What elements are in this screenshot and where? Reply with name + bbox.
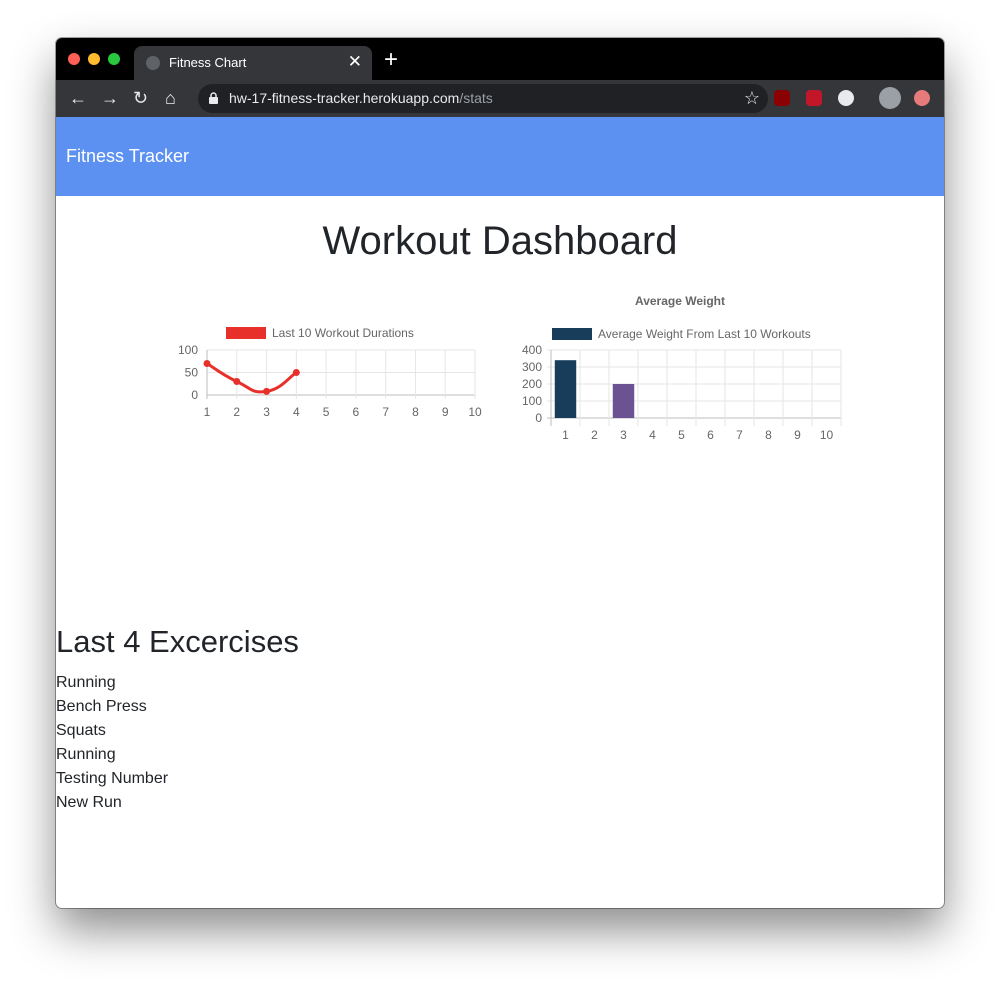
x-tick-label: 10 xyxy=(820,428,834,442)
x-tick-label: 6 xyxy=(353,405,360,419)
exercise-list: Running Bench Press Squats Running Testing N… xyxy=(56,671,168,815)
legend-swatch xyxy=(226,327,266,339)
ublock-icon[interactable] xyxy=(774,90,790,106)
legend-swatch xyxy=(552,328,592,340)
globe-icon xyxy=(146,56,160,70)
duration-point xyxy=(233,378,241,385)
x-tick-label: 2 xyxy=(591,428,598,442)
y-tick-label: 200 xyxy=(522,377,542,391)
new-tab-button[interactable]: + xyxy=(384,46,398,74)
duration-line-chart: Last 10 Workout Durations 0 50 100 1 2 3 4 5 6 7 8 9… xyxy=(178,326,482,419)
x-tick-label: 8 xyxy=(412,405,419,419)
url-path: /stats xyxy=(459,90,493,106)
x-tick-label: 4 xyxy=(649,428,656,442)
minimize-window-button[interactable] xyxy=(88,53,100,65)
x-tick-label: 5 xyxy=(323,405,330,419)
brand-link[interactable]: Fitness Tracker xyxy=(66,146,189,167)
x-tick-label: 7 xyxy=(736,428,743,442)
weight-bar-chart: Average Weight Average Weight From Last 1… xyxy=(522,294,842,442)
app-navbar: Fitness Tracker xyxy=(56,117,944,196)
close-tab-icon[interactable]: ✕ xyxy=(348,52,362,72)
forward-icon[interactable]: → xyxy=(101,88,119,108)
exercise-item: Squats xyxy=(56,722,106,739)
exercise-item: Testing Number xyxy=(56,770,169,787)
x-tick-label: 10 xyxy=(468,405,482,419)
x-tick-label: 3 xyxy=(620,428,627,442)
url-text: hw-17-fitness-tracker.herokuapp.com/stat… xyxy=(229,90,493,106)
y-tick-label: 0 xyxy=(535,411,542,425)
react-icon[interactable] xyxy=(838,90,854,106)
duration-point xyxy=(203,360,211,367)
back-icon[interactable]: ← xyxy=(69,88,87,108)
weight-bar xyxy=(612,384,635,418)
page-title: Workout Dashboard xyxy=(322,219,678,263)
x-tick-label: 6 xyxy=(707,428,714,442)
chart-title: Average Weight xyxy=(635,294,725,308)
y-tick-label: 0 xyxy=(191,388,198,402)
x-tick-label: 9 xyxy=(794,428,801,442)
tab-title: Fitness Chart xyxy=(169,55,247,70)
x-tick-label: 1 xyxy=(562,428,569,442)
close-window-button[interactable] xyxy=(68,53,80,65)
y-tick-label: 100 xyxy=(178,343,198,357)
duration-point xyxy=(263,387,271,395)
legend-label: Last 10 Workout Durations xyxy=(272,326,414,340)
lock-icon xyxy=(209,92,218,104)
reload-icon[interactable]: ↻ xyxy=(133,88,148,108)
exercises-title: Last 4 Excercises xyxy=(56,624,299,659)
duration-point xyxy=(292,369,300,376)
bookmark-star-icon[interactable]: ☆ xyxy=(744,88,760,109)
title-bar: Fitness Chart ✕ + xyxy=(56,38,944,80)
x-tick-label: 1 xyxy=(204,405,211,419)
shield-icon[interactable] xyxy=(806,90,822,106)
y-tick-label: 300 xyxy=(522,360,542,374)
browser-window: Fitness Chart ✕ + ← → ↻ ⌂ hw-17-fitness-… xyxy=(56,38,944,908)
exercise-item: New Run xyxy=(56,794,122,811)
y-tick-label: 100 xyxy=(522,394,542,408)
weight-bar xyxy=(554,360,577,418)
duration-line xyxy=(206,362,298,394)
x-tick-label: 5 xyxy=(678,428,685,442)
url-host: hw-17-fitness-tracker.herokuapp.com xyxy=(229,90,460,106)
y-tick-label: 50 xyxy=(185,366,199,380)
zoom-window-button[interactable] xyxy=(108,53,120,65)
address-bar[interactable]: hw-17-fitness-tracker.herokuapp.com/stat… xyxy=(198,84,768,113)
extension-icon[interactable] xyxy=(914,90,930,106)
x-tick-label: 9 xyxy=(442,405,449,419)
exercise-item: Bench Press xyxy=(56,698,147,715)
profile-avatar[interactable] xyxy=(879,87,901,109)
legend-label: Average Weight From Last 10 Workouts xyxy=(598,327,811,341)
y-tick-label: 400 xyxy=(522,343,542,357)
x-tick-label: 3 xyxy=(263,405,270,419)
x-tick-label: 4 xyxy=(293,405,300,419)
x-tick-label: 8 xyxy=(765,428,772,442)
home-icon[interactable]: ⌂ xyxy=(165,88,176,108)
exercise-item: Running xyxy=(56,674,116,691)
browser-tab[interactable]: Fitness Chart ✕ xyxy=(134,46,372,80)
exercise-item: Running xyxy=(56,746,116,763)
x-tick-label: 7 xyxy=(382,405,389,419)
x-tick-label: 2 xyxy=(233,405,240,419)
browser-toolbar: ← → ↻ ⌂ hw-17-fitness-tracker.herokuapp.… xyxy=(56,80,944,117)
